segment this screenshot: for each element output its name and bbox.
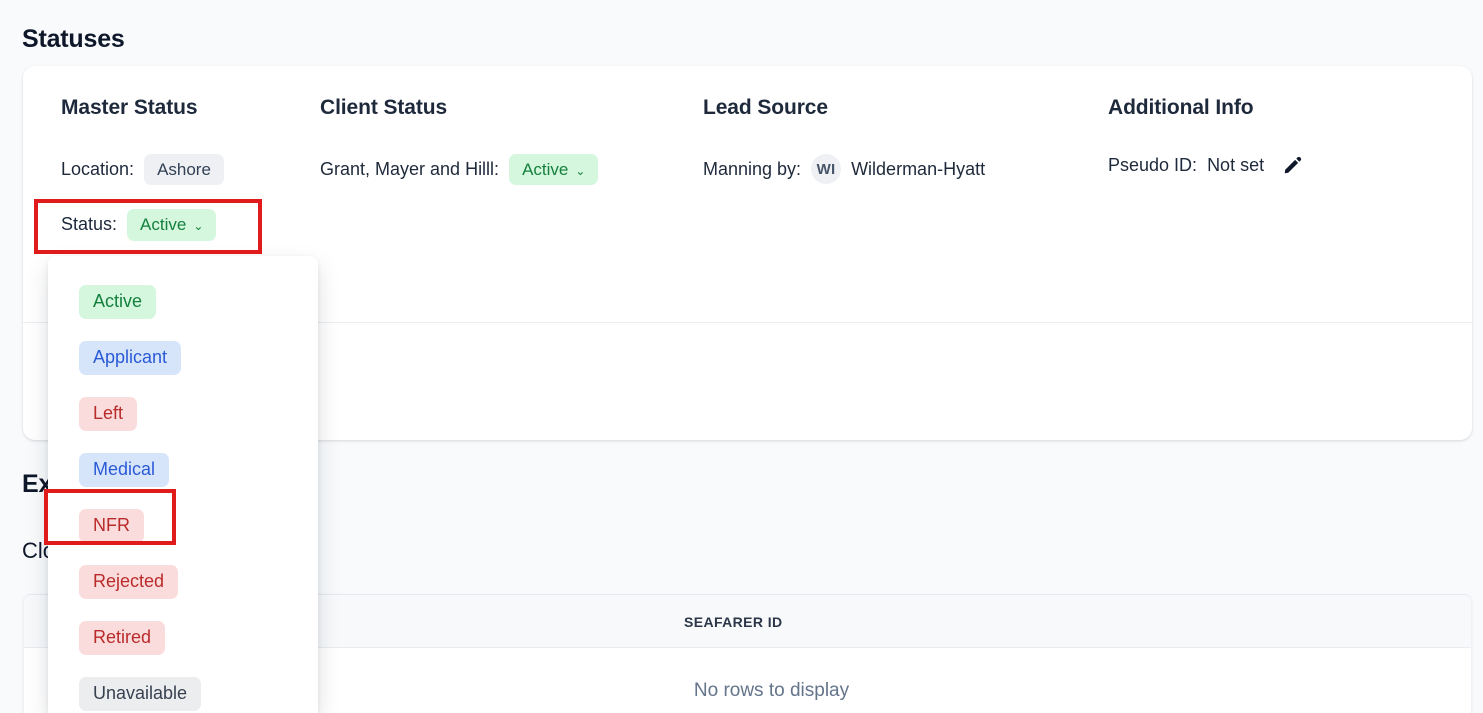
client-status-heading: Client Status xyxy=(320,96,448,119)
edit-pseudo-id-button[interactable] xyxy=(1274,154,1304,176)
column-additional-info: Additional Info Pseudo ID: Not set xyxy=(1096,66,1462,322)
client-name-label: Grant, Mayer and Hilll: xyxy=(320,159,500,180)
avatar: WI xyxy=(811,154,842,184)
dropdown-option-label: Active xyxy=(79,285,157,319)
location-row: Location: Ashore xyxy=(61,154,306,186)
dropdown-option-label: Left xyxy=(79,397,138,431)
dropdown-option-label: Rejected xyxy=(79,565,179,599)
master-status-row: Status: Active ⌄ xyxy=(61,209,306,241)
manning-by-row: Manning by: WI Wilderman-Hyatt xyxy=(703,154,1096,184)
manning-agency-name: Wilderman-Hyatt xyxy=(851,158,986,179)
dropdown-option-medical[interactable]: Medical xyxy=(48,442,318,498)
client-status-row: Grant, Mayer and Hilll: Active ⌄ xyxy=(320,154,691,186)
manning-by-label: Manning by: xyxy=(703,158,802,179)
dropdown-option-label: NFR xyxy=(79,509,144,543)
client-status-select-pill[interactable]: Active ⌄ xyxy=(509,154,599,186)
additional-info-heading: Additional Info xyxy=(1108,96,1254,119)
location-value-pill: Ashore xyxy=(144,154,224,186)
status-dropdown-menu[interactable]: Active Applicant Left Medical NFR Reject… xyxy=(48,256,318,713)
dropdown-option-nfr[interactable]: NFR xyxy=(48,498,318,554)
master-status-heading: Master Status xyxy=(61,96,198,119)
page-title: Statuses xyxy=(22,24,125,53)
app-root: Statuses Master Status Location: Ashore … xyxy=(0,0,1483,713)
dropdown-option-applicant[interactable]: Applicant xyxy=(48,330,318,386)
dropdown-option-label: Retired xyxy=(79,621,166,655)
dropdown-option-label: Applicant xyxy=(79,341,182,375)
dropdown-option-active[interactable]: Active xyxy=(48,274,318,330)
pencil-icon xyxy=(1284,156,1302,174)
location-label: Location: xyxy=(61,159,135,180)
dropdown-option-label: Unavailable xyxy=(79,677,202,711)
pseudo-id-value: Not set xyxy=(1207,154,1265,175)
dropdown-option-retired[interactable]: Retired xyxy=(48,610,318,666)
pseudo-id-row: Pseudo ID: Not set xyxy=(1108,154,1462,176)
column-header-seafarer-id[interactable]: SEAFARER ID xyxy=(684,614,783,630)
column-lead-source: Lead Source Manning by: WI Wilderman-Hya… xyxy=(691,66,1096,322)
dropdown-option-left[interactable]: Left xyxy=(48,386,318,442)
pseudo-id-label: Pseudo ID: xyxy=(1108,154,1198,175)
chevron-down-icon: ⌄ xyxy=(193,218,204,233)
dropdown-option-label: Medical xyxy=(79,453,170,487)
dropdown-option-unavailable[interactable]: Unavailable xyxy=(48,666,318,713)
status-select-pill[interactable]: Active ⌄ xyxy=(127,209,217,241)
status-label: Status: xyxy=(61,214,118,235)
lead-source-heading: Lead Source xyxy=(703,96,828,119)
chevron-down-icon: ⌄ xyxy=(575,163,586,178)
table-empty-message-text: No rows to display xyxy=(693,680,850,701)
dropdown-option-rejected[interactable]: Rejected xyxy=(48,554,318,610)
status-select-value: Active xyxy=(140,215,187,235)
client-status-value: Active xyxy=(522,160,569,179)
column-client-status: Client Status Grant, Mayer and Hilll: Ac… xyxy=(306,66,691,322)
